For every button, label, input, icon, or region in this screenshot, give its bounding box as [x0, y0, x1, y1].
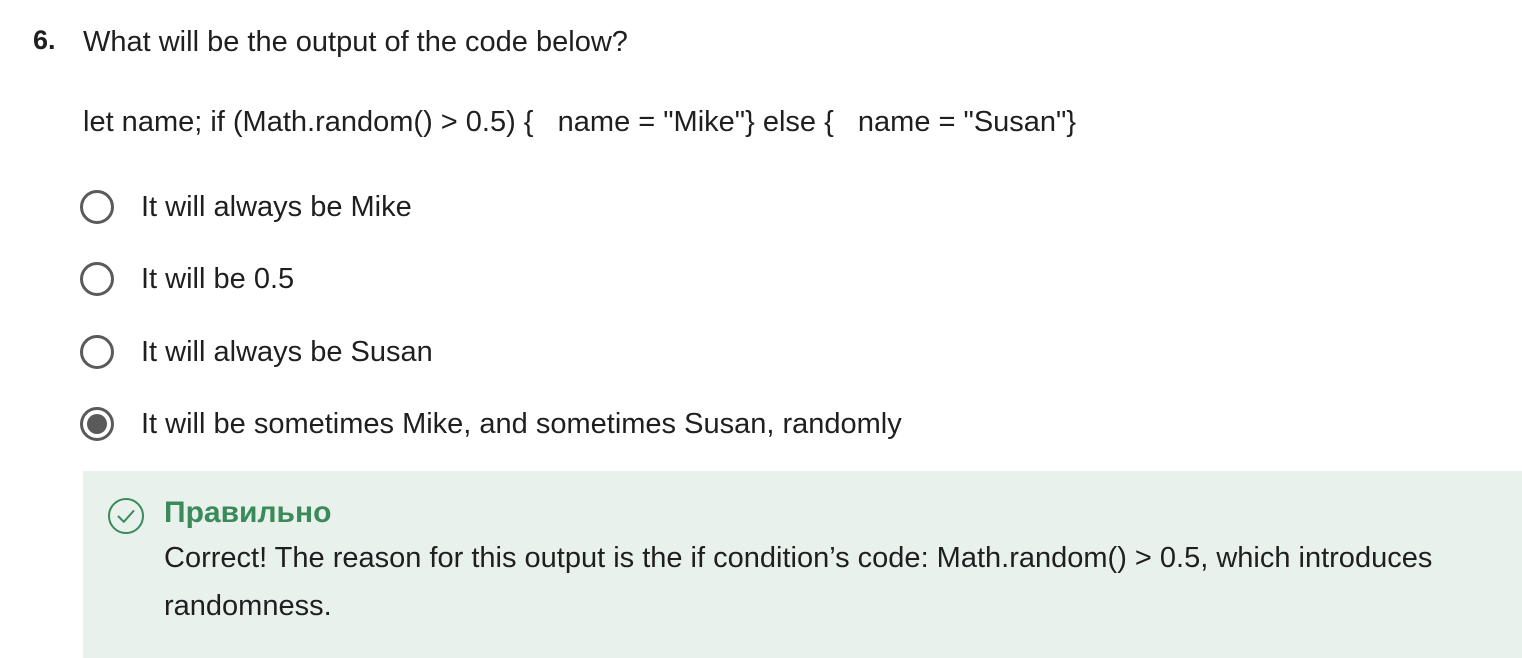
option-zero-point-five[interactable]: It will be 0.5 [80, 257, 294, 301]
feedback-text: Correct! The reason for this output is t… [164, 542, 1433, 622]
check-circle-icon [108, 498, 144, 534]
radio-button-selected[interactable] [80, 407, 114, 441]
radio-button[interactable] [80, 190, 114, 224]
option-always-susan[interactable]: It will always be Susan [80, 330, 433, 374]
option-always-mike[interactable]: It will always be Mike [80, 185, 412, 229]
question-code: let name; if (Math.random() > 0.5) { nam… [83, 106, 1077, 138]
option-label: It will be 0.5 [141, 262, 295, 295]
question-number: 6. [33, 25, 56, 55]
quiz-question: 6. What will be the output of the code b… [0, 0, 1522, 658]
question-prompt: What will be the output of the code belo… [83, 26, 628, 58]
option-label: It will always be Susan [141, 335, 433, 368]
option-label: It will be sometimes Mike, and sometimes… [141, 407, 902, 440]
feedback-panel: Правильно Correct! The reason for this o… [83, 471, 1522, 658]
option-label: It will always be Mike [141, 190, 412, 223]
radio-button[interactable] [80, 262, 114, 296]
option-sometimes-random[interactable]: It will be sometimes Mike, and sometimes… [80, 402, 902, 446]
feedback-title: Правильно [164, 496, 332, 529]
radio-button[interactable] [80, 335, 114, 369]
